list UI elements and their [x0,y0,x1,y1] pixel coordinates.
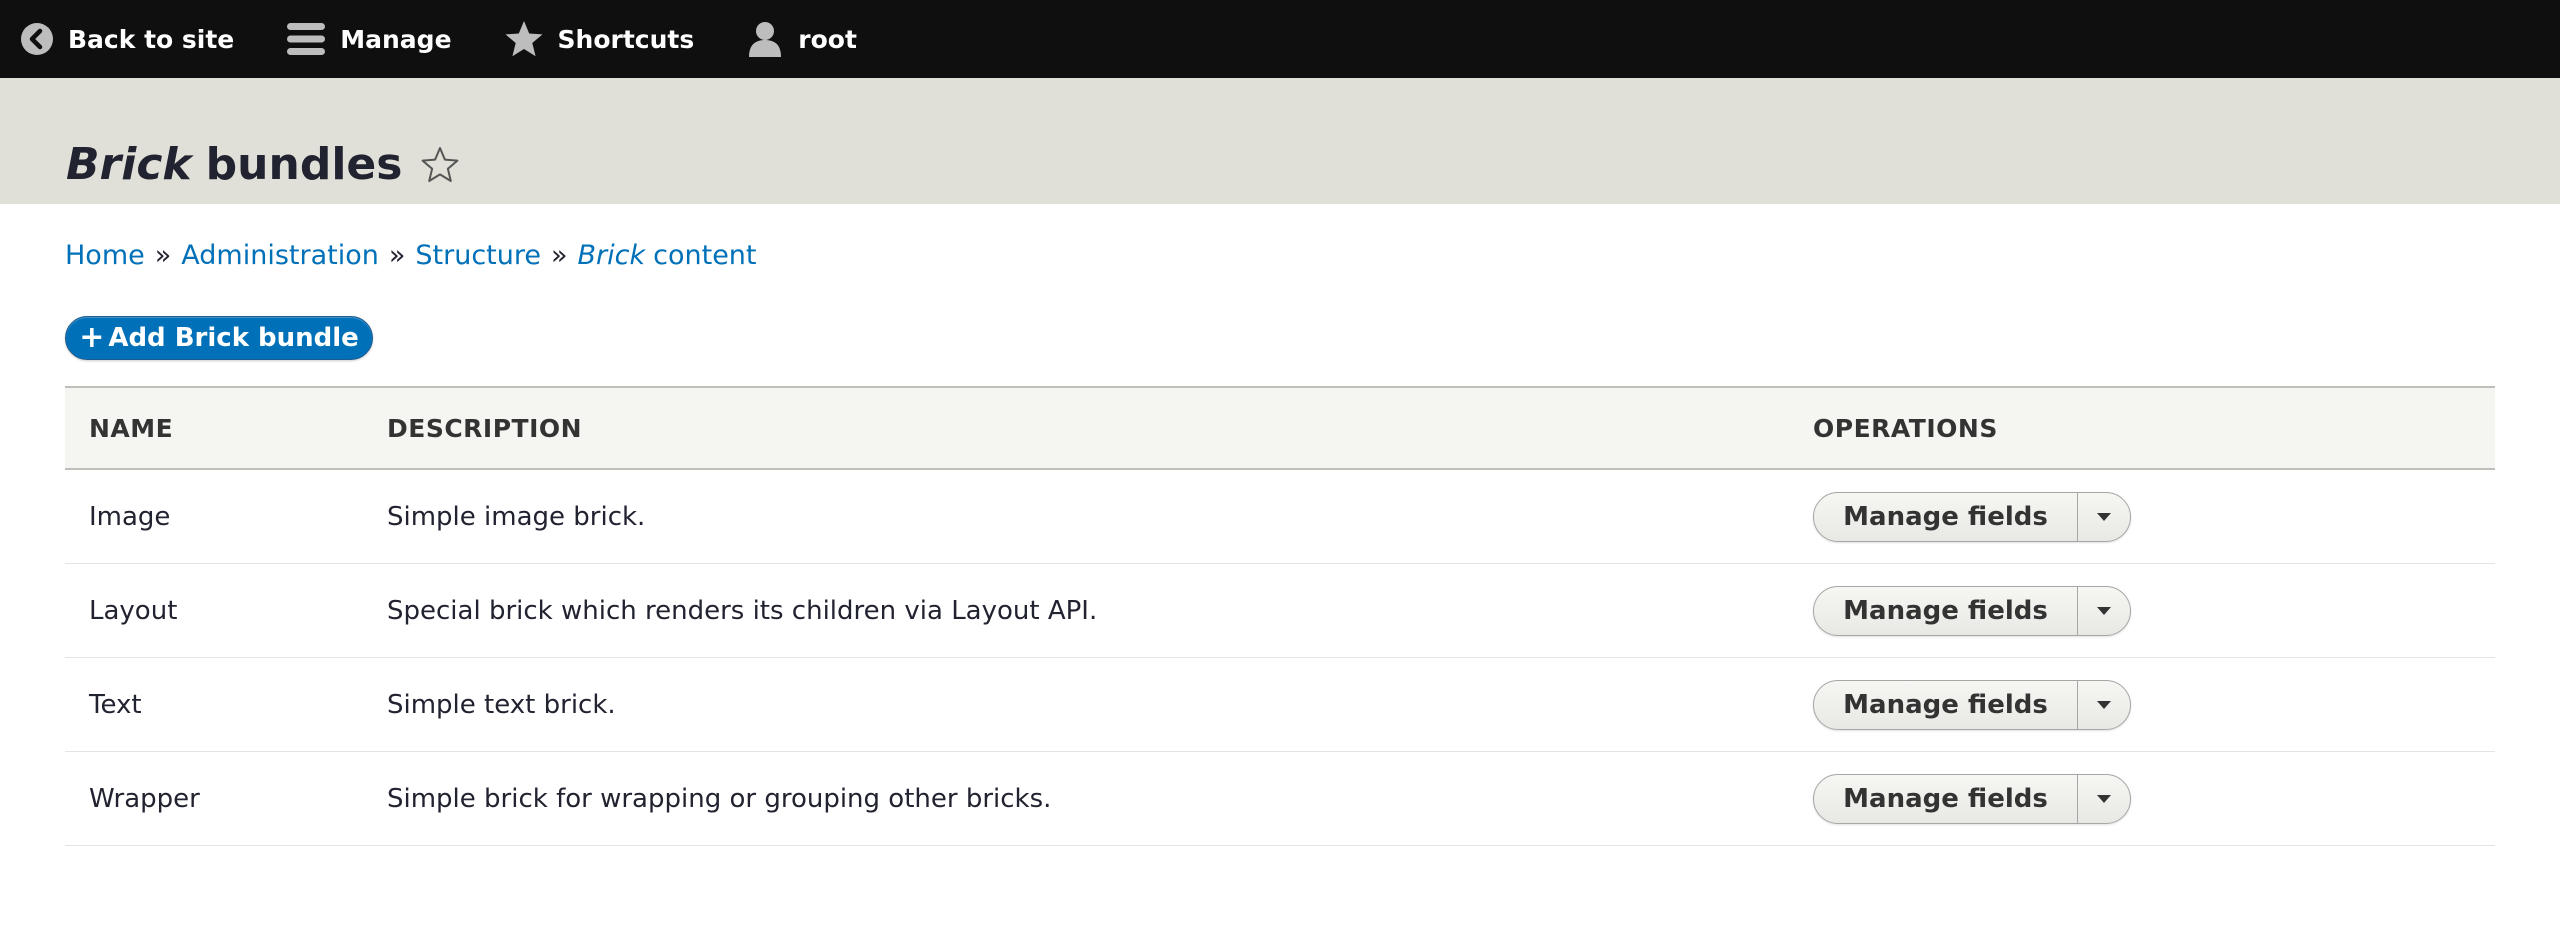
breadcrumb-administration[interactable]: Administration [181,238,379,274]
breadcrumb-brick-content-rest: content [653,240,757,271]
brick-bundles-table: NAME DESCRIPTION OPERATIONS Image Simple… [65,386,2495,846]
row-description: Special brick which renders its children… [387,596,1098,626]
table-row: Wrapper Simple brick for wrapping or gro… [65,752,2495,846]
page-title-emphasis: Brick [66,139,192,190]
caret-down-icon [2097,607,2111,615]
operations-dropbutton: Manage fields [1813,680,2131,730]
manage-label: Manage [340,24,452,54]
breadcrumb: Home » Administration » Structure » Bric… [65,238,757,274]
header-description: DESCRIPTION [387,413,583,443]
table-row: Text Simple text brick. Manage fields [65,658,2495,752]
manage-fields-button[interactable]: Manage fields [1814,681,2078,729]
back-to-site-label: Back to site [68,24,235,54]
shortcuts-tab[interactable]: Shortcuts [504,0,695,78]
user-label: root [798,24,857,54]
operations-dropbutton: Manage fields [1813,586,2131,636]
admin-toolbar: Back to site Manage Shortcuts root [0,0,2560,78]
row-name: Text [89,690,142,720]
operations-toggle[interactable] [2078,681,2130,729]
shortcuts-label: Shortcuts [557,24,695,54]
row-description: Simple image brick. [387,502,646,532]
header-name: NAME [89,413,174,443]
manage-tab[interactable]: Manage [286,0,452,78]
add-brick-bundle-label: Add Brick bundle [108,323,359,353]
breadcrumb-separator: » [550,240,568,271]
user-tab[interactable]: root [746,0,857,78]
hamburger-icon [286,20,326,58]
add-brick-bundle-button[interactable]: + Add Brick bundle [65,316,373,360]
table-header: NAME DESCRIPTION OPERATIONS [65,386,2495,470]
operations-dropbutton: Manage fields [1813,774,2131,824]
row-description: Simple brick for wrapping or grouping ot… [387,784,1052,814]
breadcrumb-structure[interactable]: Structure [415,238,541,274]
caret-down-icon [2097,701,2111,709]
page-title-rest: bundles [205,139,403,190]
breadcrumb-brick-content[interactable]: Brick content [578,238,757,274]
user-icon [746,20,784,58]
table-row: Image Simple image brick. Manage fields [65,470,2495,564]
breadcrumb-brick-content-emphasis: Brick [577,240,646,271]
manage-fields-button[interactable]: Manage fields [1814,587,2078,635]
page-title: Brick bundles [66,137,460,193]
manage-fields-button[interactable]: Manage fields [1814,493,2078,541]
manage-fields-button[interactable]: Manage fields [1814,775,2078,823]
row-name: Image [89,502,171,532]
operations-dropbutton: Manage fields [1813,492,2131,542]
operations-toggle[interactable] [2078,587,2130,635]
caret-down-icon [2097,795,2111,803]
breadcrumb-home[interactable]: Home [65,238,145,274]
operations-toggle[interactable] [2078,493,2130,541]
plus-icon: + [79,320,105,355]
star-outline-icon[interactable] [420,145,460,185]
star-icon [504,20,544,58]
row-description: Simple text brick. [387,690,616,720]
row-name: Wrapper [89,784,200,814]
chevron-left-circle-icon [20,22,54,56]
breadcrumb-separator: » [388,240,406,271]
row-name: Layout [89,596,178,626]
caret-down-icon [2097,513,2111,521]
back-to-site-link[interactable]: Back to site [20,0,234,78]
table-row: Layout Special brick which renders its c… [65,564,2495,658]
header-operations: OPERATIONS [1813,413,1998,443]
breadcrumb-separator: » [154,240,172,271]
operations-toggle[interactable] [2078,775,2130,823]
